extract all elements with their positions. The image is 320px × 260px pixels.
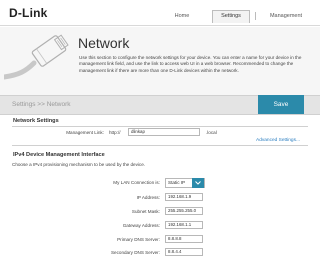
primary-dns-input[interactable]: 8.8.8.8 bbox=[165, 235, 203, 243]
secondary-dns-label: Secondary DNS Server: bbox=[110, 250, 160, 255]
tab-settings[interactable]: Settings bbox=[212, 10, 250, 23]
ipv4-description: Choose a IPv4 provisioning mechanism to … bbox=[12, 162, 146, 167]
network-settings-heading: Network Settings bbox=[13, 118, 59, 124]
dlink-logo: D-Link bbox=[9, 6, 48, 20]
management-link-input[interactable]: dlinkap bbox=[128, 128, 200, 136]
top-bar: D-Link Home Settings Management bbox=[0, 0, 320, 26]
chevron-down-icon bbox=[195, 181, 201, 185]
secondary-dns-input[interactable]: 8.8.4.4 bbox=[165, 248, 203, 256]
page-title: Network bbox=[78, 35, 130, 51]
ip-address-input[interactable]: 192.168.1.9 bbox=[165, 193, 203, 201]
management-link-prefix: http:// bbox=[109, 130, 121, 135]
advanced-settings-link[interactable]: Advanced Settings... bbox=[256, 138, 300, 143]
hero-banner: Network Use this section to configure th… bbox=[0, 27, 320, 95]
gateway-address-label: Gateway Address: bbox=[122, 223, 160, 228]
page-description: Use this section to configure the networ… bbox=[79, 55, 302, 73]
breadcrumb: Settings >> Network bbox=[12, 101, 71, 108]
ip-address-label: IP Address: bbox=[136, 195, 160, 200]
management-link-label: Management Link: bbox=[66, 130, 104, 135]
subnet-mask-input[interactable]: 255.255.255.0 bbox=[165, 207, 203, 215]
lan-connection-dropdown-button[interactable] bbox=[192, 178, 204, 188]
gateway-address-input[interactable]: 192.168.1.1 bbox=[165, 221, 203, 229]
lan-connection-label: My LAN Connection is: bbox=[113, 180, 160, 185]
section-divider bbox=[12, 126, 308, 127]
ethernet-cable-icon bbox=[4, 34, 69, 80]
tab-management[interactable]: Management bbox=[258, 11, 314, 23]
management-link-suffix: .local bbox=[206, 130, 217, 135]
tab-home[interactable]: Home bbox=[162, 11, 202, 23]
section-divider bbox=[12, 145, 308, 146]
primary-dns-label: Primary DNS Server: bbox=[117, 237, 160, 242]
ipv4-heading: IPv4 Device Management Interface bbox=[13, 152, 105, 158]
nav-divider bbox=[255, 12, 256, 20]
subnet-mask-label: Subnet Mask: bbox=[131, 209, 160, 214]
save-button[interactable]: Save bbox=[258, 95, 304, 114]
